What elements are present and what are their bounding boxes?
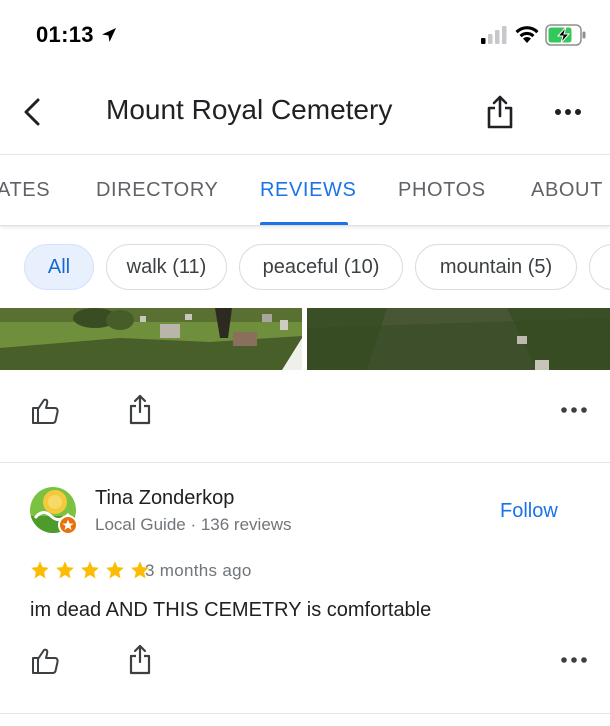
follow-button[interactable]: Follow (500, 500, 558, 523)
cemetery-photo-scene (0, 308, 302, 370)
chip-mountain[interactable]: mountain (5) (415, 244, 577, 290)
review-divider (0, 462, 610, 463)
review-text: im dead AND THIS CEMETRY is comfortable (30, 599, 432, 621)
review-date: 3 months ago (145, 561, 252, 580)
review-actions (0, 642, 610, 682)
tab-about[interactable]: ABOUT (531, 179, 603, 202)
status-bar: 01:13 (0, 0, 610, 72)
star-icon (31, 561, 49, 579)
back-arrow-icon[interactable] (18, 94, 48, 130)
reviewer-name[interactable]: Tina Zonderkop (95, 487, 234, 510)
thumbs-up-icon[interactable] (30, 396, 60, 426)
location-arrow-icon (102, 28, 116, 42)
thumbs-up-icon[interactable] (30, 646, 60, 676)
more-options-icon[interactable] (552, 102, 584, 122)
reviewer-stats: Local Guide · 136 reviews (95, 515, 292, 534)
chip-walk[interactable]: walk (11) (106, 244, 227, 290)
star-icon (81, 561, 99, 579)
more-options-icon[interactable] (560, 404, 588, 416)
chip-next-partial[interactable] (589, 244, 610, 290)
share-icon[interactable] (128, 644, 152, 676)
battery-charging-icon (545, 24, 586, 46)
review-photo-1[interactable] (0, 308, 302, 370)
review-photos (0, 308, 610, 370)
share-icon[interactable] (128, 394, 152, 426)
share-icon[interactable] (484, 94, 516, 130)
review-photo-2[interactable] (307, 308, 610, 370)
tab-updates[interactable]: ATES (0, 179, 50, 202)
tab-photos[interactable]: PHOTOS (398, 179, 486, 202)
tab-bar: ATES DIRECTORY REVIEWS PHOTOS ABOUT (0, 154, 610, 226)
tab-directory[interactable]: DIRECTORY (96, 179, 218, 202)
review-actions-previous (0, 392, 610, 432)
star-icon (106, 561, 124, 579)
wifi-icon (515, 26, 539, 43)
star-icon (56, 561, 74, 579)
review-filter-chips: All walk (11) peaceful (10) mountain (5) (0, 226, 610, 308)
review-divider-bottom (0, 713, 610, 714)
rating-stars (30, 560, 155, 582)
more-options-icon[interactable] (560, 654, 588, 666)
reviewer-avatar[interactable] (29, 486, 79, 536)
grass-path-photo-scene (307, 308, 610, 370)
page-title: Mount Royal Cemetery (106, 94, 393, 125)
app-header: Mount Royal Cemetery (0, 72, 610, 154)
chip-all[interactable]: All (24, 244, 94, 290)
tab-reviews[interactable]: REVIEWS (260, 179, 356, 202)
cellular-signal-icon (481, 26, 507, 44)
chip-peaceful[interactable]: peaceful (10) (239, 244, 403, 290)
status-time: 01:13 (36, 22, 94, 47)
